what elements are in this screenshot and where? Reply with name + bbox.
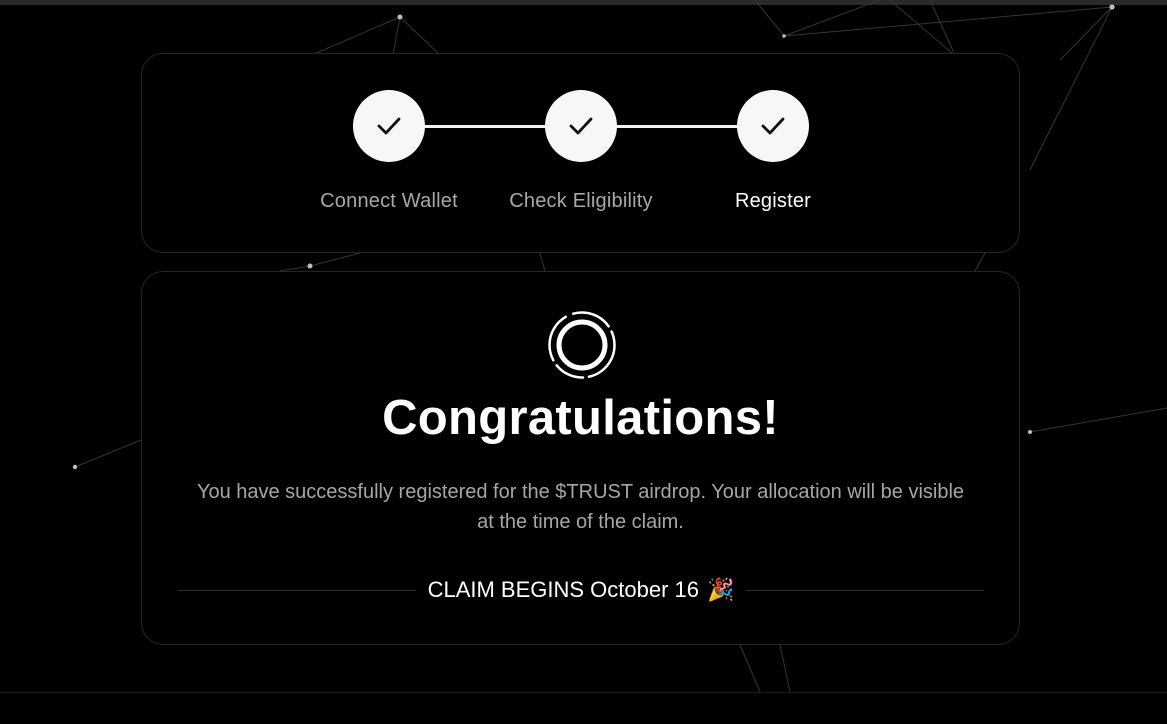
page: Connect Wallet Check Eligibility Registe… xyxy=(0,0,1167,724)
step-circle-connect-wallet xyxy=(353,90,425,162)
divider-right xyxy=(746,589,984,591)
party-popper-icon: 🎉 xyxy=(707,577,735,602)
step-circle-check-eligibility xyxy=(545,90,617,162)
registration-message: You have successfully registered for the… xyxy=(196,481,965,533)
claim-begins-row: CLAIM BEGINS October 16 🎉 xyxy=(178,572,984,608)
step-label-check-eligibility: Check Eligibility xyxy=(509,190,653,212)
congratulations-title: Congratulations! xyxy=(382,391,779,445)
step-connect-wallet: Connect Wallet xyxy=(299,90,479,213)
divider-left xyxy=(178,589,416,591)
registration-steps-card: Connect Wallet Check Eligibility Registe… xyxy=(141,53,1020,253)
claim-date-label: CLAIM BEGINS October 16 xyxy=(427,577,700,602)
spinner-ring-icon xyxy=(548,311,616,379)
check-icon xyxy=(761,117,785,135)
step-circle-register xyxy=(737,90,809,162)
step-check-eligibility: Check Eligibility xyxy=(491,90,671,213)
step-label-register: Register xyxy=(734,190,812,212)
bottom-divider xyxy=(0,692,1167,693)
check-icon xyxy=(377,117,401,135)
step-register: Register xyxy=(683,90,863,213)
claim-begins-text: CLAIM BEGINS October 16 🎉 xyxy=(416,577,747,603)
registration-result-card: Congratulations! You have successfully r… xyxy=(141,271,1020,645)
check-icon xyxy=(569,117,593,135)
step-label-connect-wallet: Connect Wallet xyxy=(320,190,458,212)
